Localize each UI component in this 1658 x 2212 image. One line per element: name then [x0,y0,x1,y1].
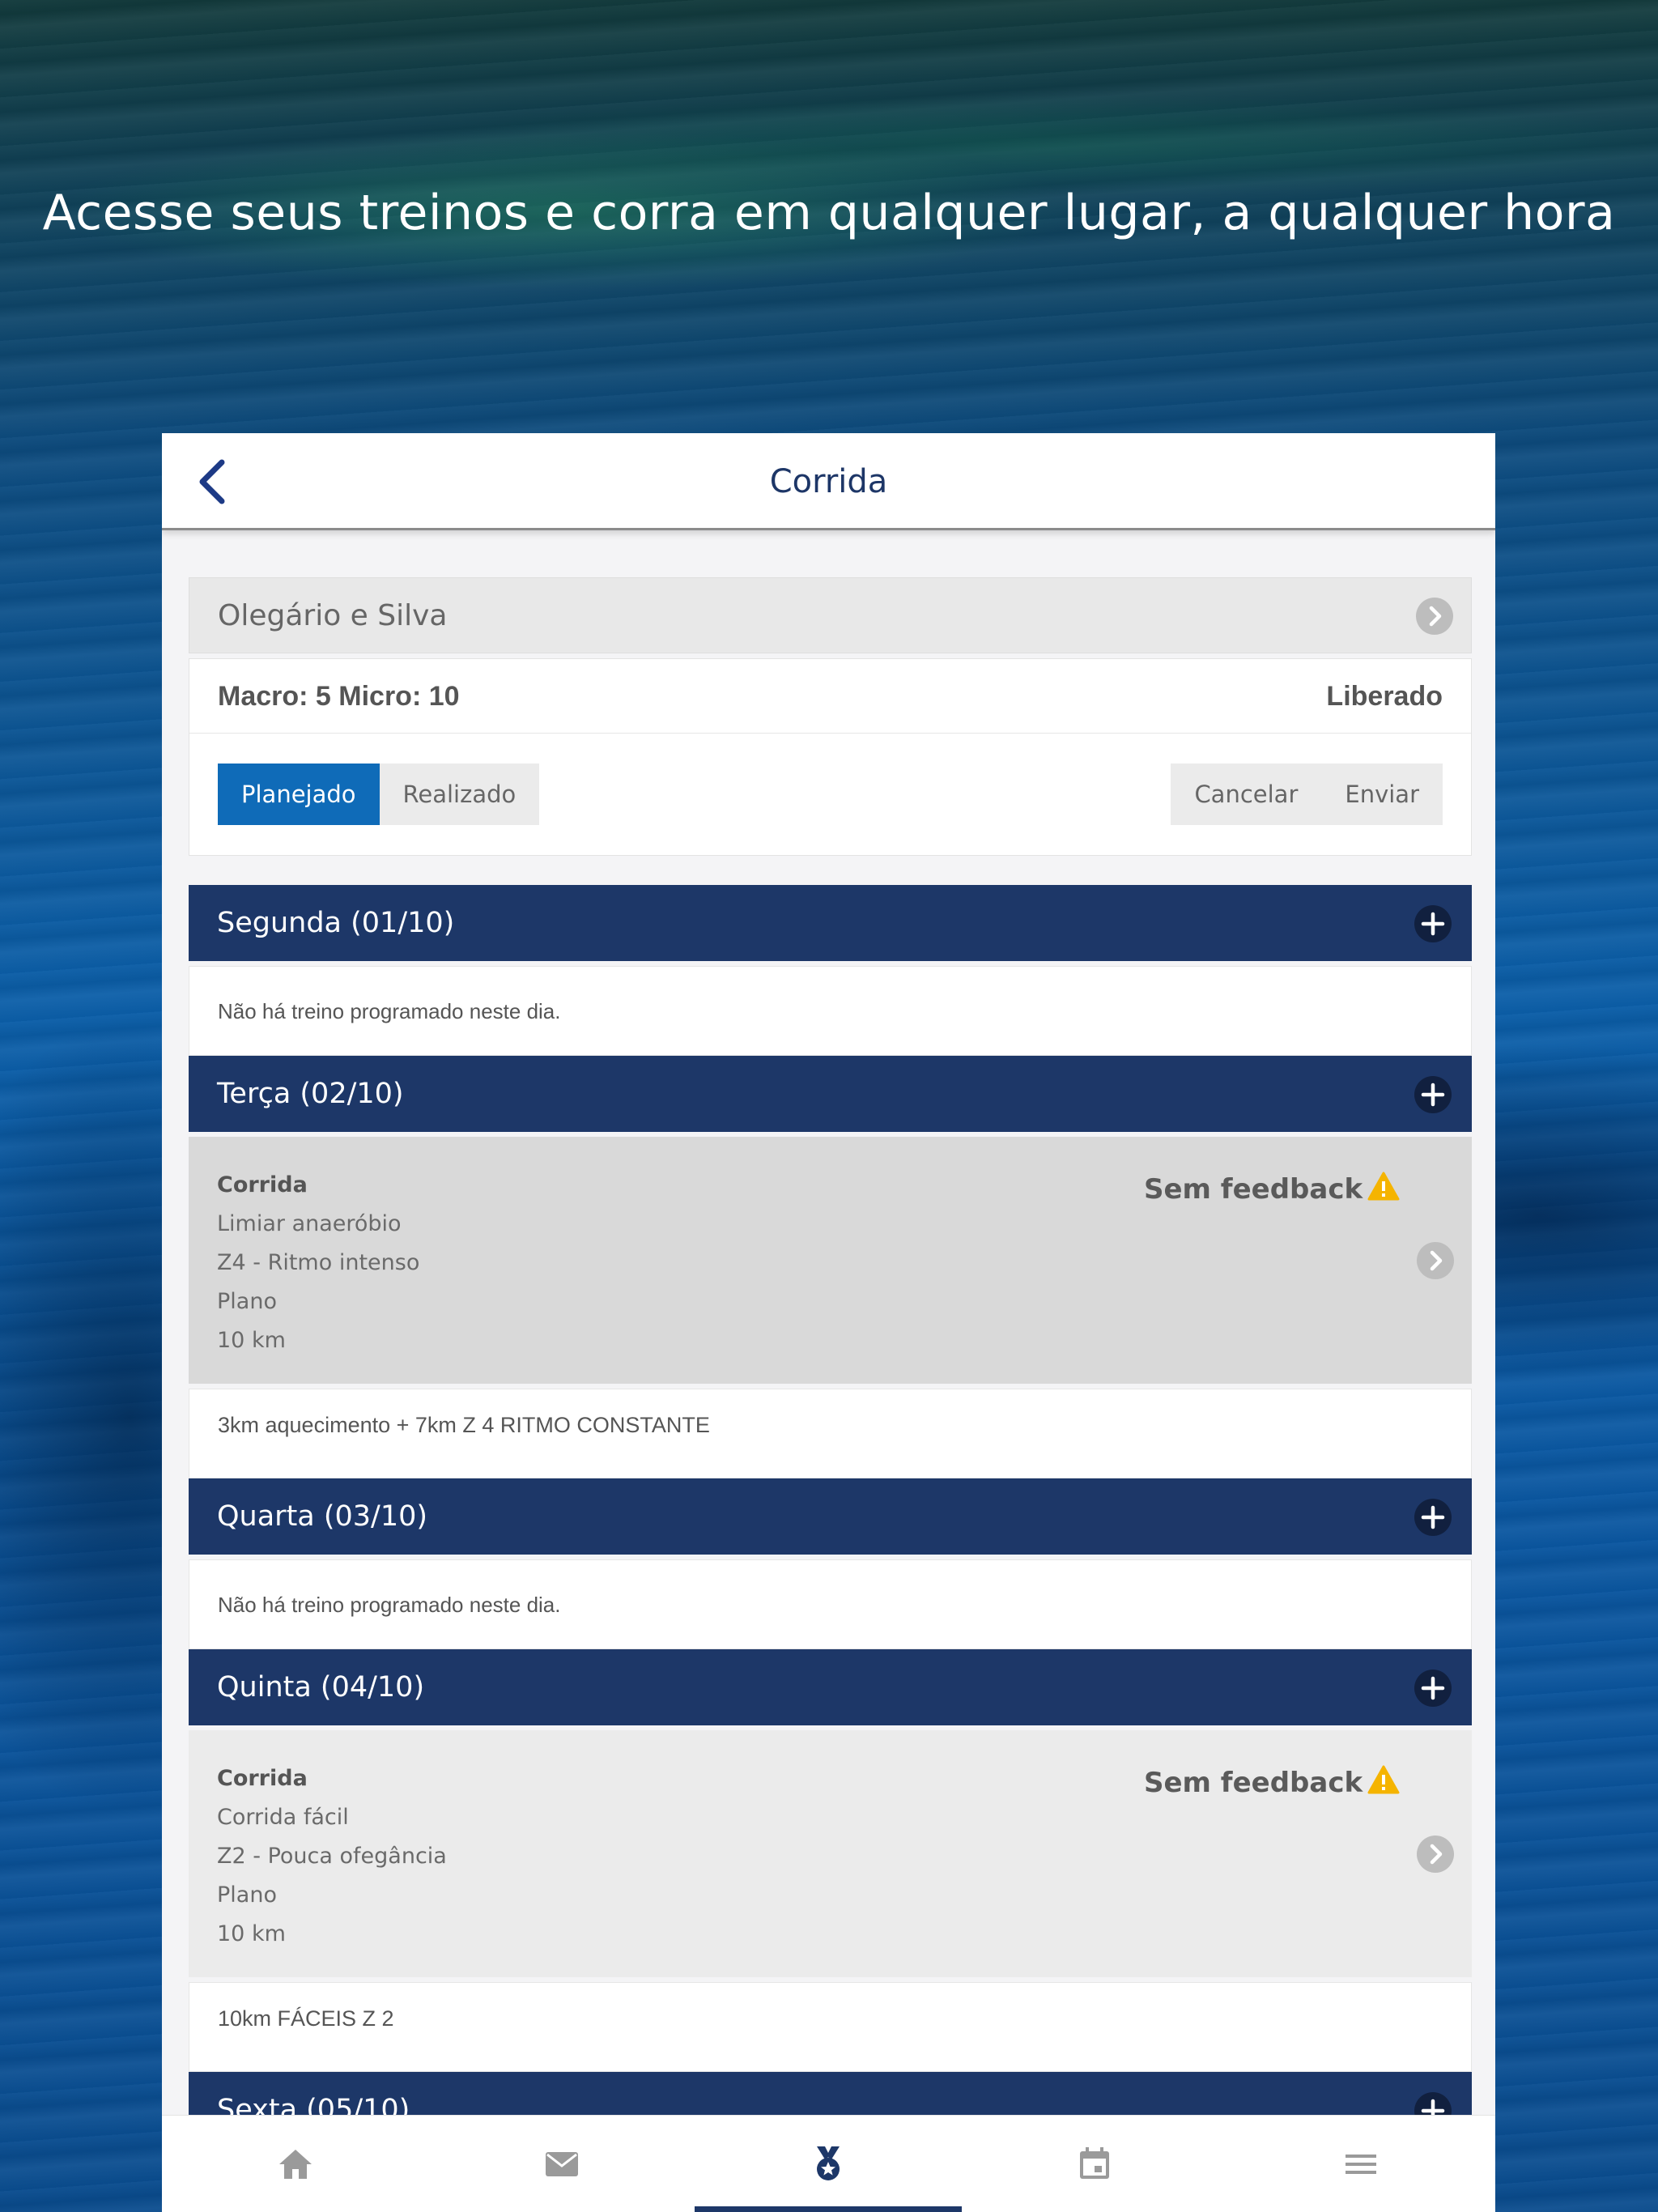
day-title: Quinta (04/10) [217,1671,425,1704]
macro-micro-label: Macro: 5 Micro: 10 [218,681,460,712]
tab-planejado[interactable]: Planejado [218,764,380,825]
feedback-label: Sem feedback [1144,1173,1363,1206]
workout-card-terca[interactable]: Corrida Limiar anaeróbio Z4 - Ritmo inte… [189,1137,1472,1384]
workout-note-text: 3km aquecimento + 7km Z 4 RITMO CONSTANT… [218,1413,710,1437]
workout-card-quinta[interactable]: Corrida Corrida fácil Z2 - Pouca ofegânc… [189,1730,1472,1977]
workout-details: Corrida Limiar anaeróbio Z4 - Ritmo inte… [217,1166,419,1360]
plus-icon [1421,1083,1445,1107]
chevron-right-icon [1417,1836,1454,1873]
athlete-row[interactable]: Olegário e Silva [189,577,1472,653]
workout-line: 10 km [217,1328,286,1353]
plan-status: Liberado [1326,681,1443,712]
athlete-name: Olegário e Silva [218,599,448,632]
tab-home[interactable] [162,2116,428,2212]
warning-icon [1367,1172,1400,1201]
add-workout-button[interactable] [1414,1670,1452,1707]
cancel-button[interactable]: Cancelar [1171,764,1322,825]
workout-details: Corrida Corrida fácil Z2 - Pouca ofegânc… [217,1759,447,1954]
plan-content: Olegário e Silva Macro: 5 Micro: 10 Libe… [189,577,1472,2148]
plus-icon [1421,912,1445,936]
day-header-segunda[interactable]: Segunda (01/10) [189,885,1472,961]
workout-note: 3km aquecimento + 7km Z 4 RITMO CONSTANT… [189,1389,1472,1478]
empty-day-text: Não há treino programado neste dia. [218,999,561,1023]
send-button[interactable]: Enviar [1321,764,1443,825]
day-header-quinta[interactable]: Quinta (04/10) [189,1649,1472,1725]
macro-micro-row: Macro: 5 Micro: 10 Liberado [189,659,1471,734]
workout-line: Z4 - Ritmo intenso [217,1250,420,1275]
day-title: Terça (02/10) [217,1078,404,1110]
promo-headline: Acesse seus treinos e corra em qualquer … [42,185,1616,241]
empty-day-text: Não há treino programado neste dia. [218,1593,561,1617]
workout-line: Limiar anaeróbio [217,1211,402,1236]
calendar-icon [1080,2147,1109,2179]
warning-icon [1367,1765,1400,1794]
workout-line: Z2 - Pouca ofegância [217,1844,447,1869]
tab-menu[interactable] [1227,2116,1494,2212]
plus-icon [1421,1676,1445,1700]
day-header-quarta[interactable]: Quarta (03/10) [189,1478,1472,1555]
plan-controls-row: Planejado Realizado Cancelar Enviar [189,734,1471,855]
plan-actions: Cancelar Enviar [1171,764,1443,825]
active-tab-indicator [695,2206,962,2212]
tab-training[interactable] [695,2116,961,2212]
home-icon [279,2150,312,2179]
chevron-right-icon [1417,1242,1454,1279]
bottom-tab-bar [162,2115,1495,2212]
add-workout-button[interactable] [1414,1499,1452,1536]
page-title: Corrida [769,463,888,500]
tab-messages[interactable] [428,2116,695,2212]
app-screen: Corrida Olegário e Silva Macro: 5 Micro:… [162,433,1495,2212]
plan-info-box: Macro: 5 Micro: 10 Liberado Planejado Re… [189,658,1472,856]
plus-icon [1421,1505,1445,1529]
mail-icon [546,2152,578,2176]
workout-note: 10km FÁCEIS Z 2 [189,1982,1472,2072]
menu-icon [1346,2155,1376,2174]
workout-line: Plano [217,1882,277,1908]
workout-type: Corrida [217,1172,308,1197]
day-title: Segunda (01/10) [217,907,455,939]
plan-view-toggle: Planejado Realizado [218,764,540,825]
workout-line: 10 km [217,1921,286,1946]
day-header-terca[interactable]: Terça (02/10) [189,1056,1472,1132]
empty-day-message: Não há treino programado neste dia. [189,1559,1472,1649]
feedback-label: Sem feedback [1144,1767,1363,1799]
chevron-right-icon [1416,598,1453,635]
tab-calendar[interactable] [961,2116,1227,2212]
navigation-bar: Corrida [162,433,1495,530]
workout-type: Corrida [217,1766,308,1791]
tab-realizado[interactable]: Realizado [379,764,540,825]
workout-line: Corrida fácil [217,1805,349,1830]
add-workout-button[interactable] [1414,1076,1452,1113]
add-workout-button[interactable] [1414,905,1452,942]
day-title: Quarta (03/10) [217,1500,428,1533]
workout-line: Plano [217,1289,277,1314]
feedback-status: Sem feedback [1144,1169,1400,1210]
empty-day-message: Não há treino programado neste dia. [189,966,1472,1056]
workout-note-text: 10km FÁCEIS Z 2 [218,2006,394,2031]
medal-icon [817,2146,840,2180]
feedback-status: Sem feedback [1144,1763,1400,1803]
